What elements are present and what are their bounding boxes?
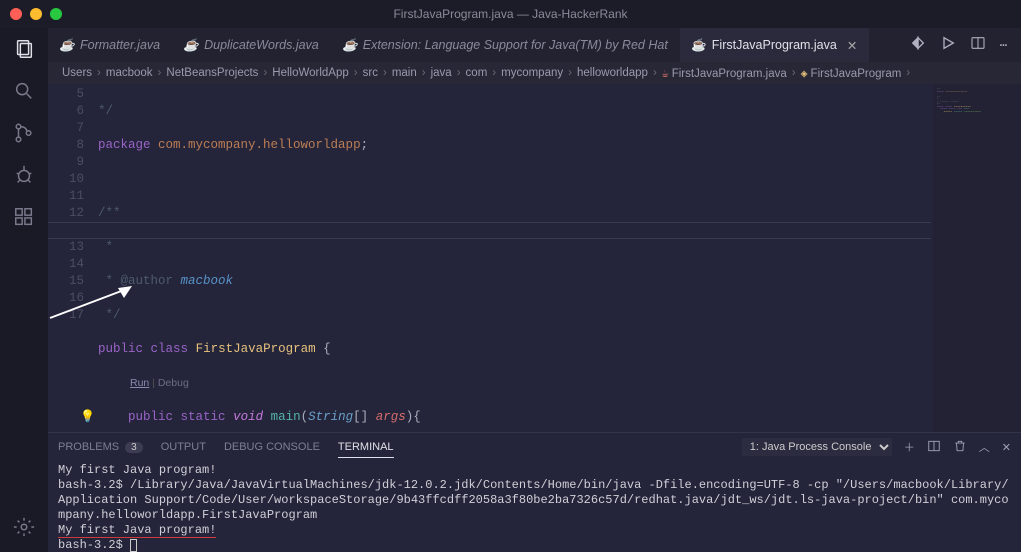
tab-output[interactable]: OUTPUT [161,441,206,453]
bottom-panel: PROBLEMS3 OUTPUT DEBUG CONSOLE TERMINAL … [48,432,1021,552]
codelens[interactable]: Run | Debug [98,375,1021,392]
crumb-item[interactable]: Users [58,67,96,79]
crumb-item[interactable]: com [462,67,492,79]
search-icon[interactable] [11,78,37,104]
code-area[interactable]: */ package com.mycompany.helloworldapp; … [98,84,1021,432]
run-icon[interactable] [940,35,956,55]
crumb-item[interactable]: NetBeansProjects [162,67,262,79]
tab-debug-console[interactable]: DEBUG CONSOLE [224,441,320,453]
java-icon: ☕ [692,38,706,52]
breadcrumb: Users› macbook› NetBeansProjects› HelloW… [48,62,1021,84]
terminal-selector[interactable]: 1: Java Process Console [742,438,892,456]
crumb-item[interactable]: java [427,67,456,79]
new-terminal-icon[interactable]: ＋ [904,439,915,455]
editor-tabs: ☕ Formatter.java ☕ DuplicateWords.java ☕… [48,28,1021,62]
compare-icon[interactable] [910,35,926,55]
settings-gear-icon[interactable] [11,514,37,540]
tab-problems[interactable]: PROBLEMS3 [58,441,143,453]
tab-label: Extension: Language Support for Java(TM)… [363,38,668,52]
tab-terminal[interactable]: TERMINAL [338,441,394,458]
terminal-cursor [130,539,137,552]
minimap[interactable]: ▬▬ ▬▬▬▬ ▬▬▬▬▬▬▬▬▬▬▬▬▬ ▬▬ ▬ ▬ ▬▬▬▬▬ ▬▬▬▬▬… [933,84,1021,432]
close-window-icon[interactable] [10,8,22,20]
terminal-output[interactable]: My first Java program! bash-3.2$ /Librar… [48,461,1021,552]
tab-label: Formatter.java [80,38,160,52]
crumb-item[interactable]: HelloWorldApp [268,67,353,79]
close-panel-icon[interactable]: ✕ [1002,441,1011,454]
window-controls [0,8,62,20]
crumb-symbol[interactable]: ◈FirstJavaProgram [797,66,906,80]
crumb-item[interactable]: mycompany [497,67,567,79]
editor[interactable]: 567891011121314151617 */ package com.myc… [48,84,1021,432]
panel-tabs: PROBLEMS3 OUTPUT DEBUG CONSOLE TERMINAL … [48,433,1021,461]
java-icon: ☕ [343,38,357,52]
codelens-debug: Debug [158,377,189,389]
close-tab-icon[interactable]: ✕ [847,38,857,53]
crumb-item[interactable]: helloworldapp [573,67,652,79]
trash-icon[interactable] [953,439,967,456]
window-title: FirstJavaProgram.java — Java-HackerRank [393,7,627,21]
java-icon: ☕ [60,38,74,52]
source-control-icon[interactable] [11,120,37,146]
class-icon: ◈ [801,66,808,80]
line-number-gutter: 567891011121314151617 [48,84,98,432]
crumb-item[interactable]: macbook [102,67,157,79]
tab-firstjavaprogram[interactable]: ☕ FirstJavaProgram.java ✕ [680,28,870,62]
tab-label: FirstJavaProgram.java [712,38,837,52]
maximize-window-icon[interactable] [50,8,62,20]
crumb-item[interactable]: main [388,67,421,79]
java-icon: ☕ [184,38,198,52]
codelens-run: Run [130,377,149,389]
more-actions-icon[interactable]: ⋯ [1000,38,1007,53]
explorer-icon[interactable] [11,36,37,62]
debug-icon[interactable] [11,162,37,188]
panel-actions: 1: Java Process Console ＋ ︿ ✕ [742,438,1011,456]
tab-extension-java[interactable]: ☕ Extension: Language Support for Java(T… [331,28,680,62]
tab-duplicatewords[interactable]: ☕ DuplicateWords.java [172,28,331,62]
split-terminal-icon[interactable] [927,439,941,456]
extensions-icon[interactable] [11,204,37,230]
minimize-window-icon[interactable] [30,8,42,20]
terminal-output-highlight: My first Java program! [58,523,216,538]
tab-action-group: ⋯ [896,35,1021,55]
tab-label: DuplicateWords.java [204,38,319,52]
crumb-file[interactable]: ☕FirstJavaProgram.java [658,66,791,80]
maximize-panel-icon[interactable]: ︿ [979,439,990,455]
tab-formatter[interactable]: ☕ Formatter.java [48,28,172,62]
title-bar: FirstJavaProgram.java — Java-HackerRank [0,0,1021,28]
problems-count-badge: 3 [125,442,143,453]
crumb-item[interactable]: src [359,67,382,79]
java-icon: ☕ [662,66,669,80]
split-editor-icon[interactable] [970,35,986,55]
lightbulb-icon[interactable]: 💡 [80,409,95,426]
activity-bar [0,28,48,552]
